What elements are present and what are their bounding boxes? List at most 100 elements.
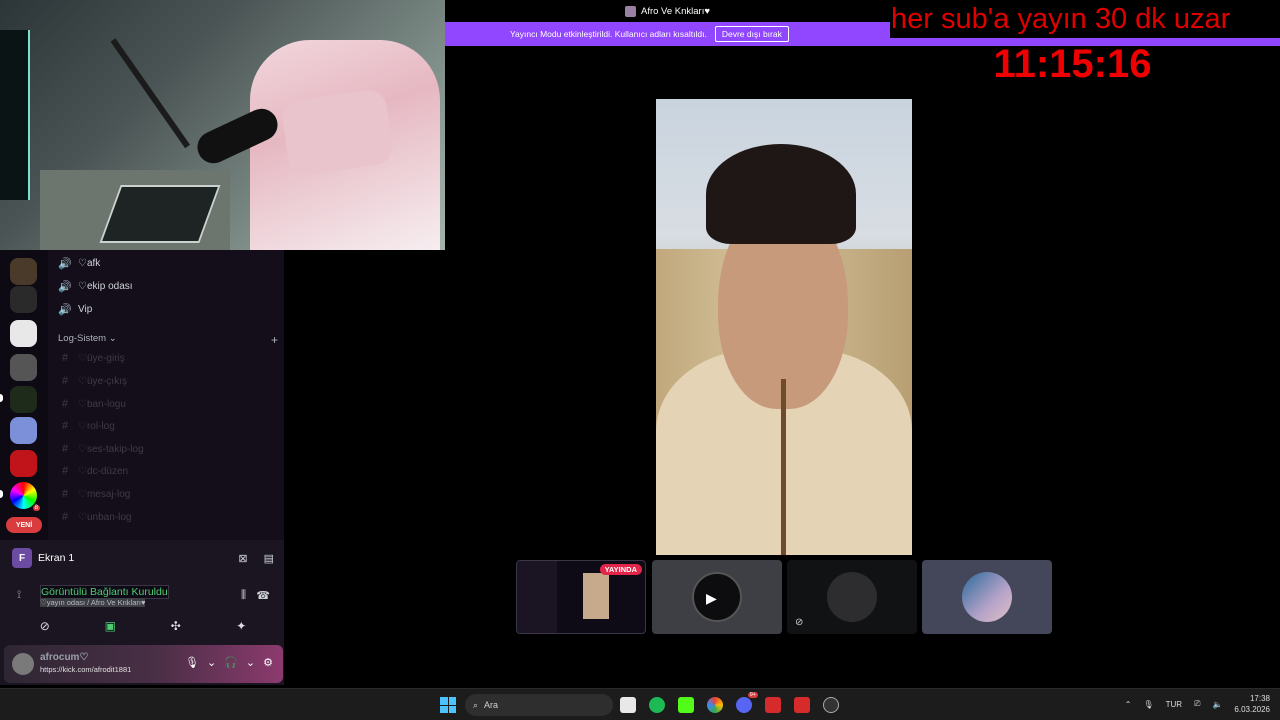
signal-icon: ⟟ [17, 589, 22, 601]
gear-icon[interactable]: ⚙ [263, 656, 273, 669]
taskbar-search[interactable]: ⌕ Ara [465, 694, 613, 716]
kick-icon[interactable] [678, 697, 694, 713]
microphone-icon[interactable]: 🎙 [185, 656, 199, 669]
windows-start-icon[interactable] [440, 697, 456, 713]
noise-suppression-icon[interactable]: ⫼ [241, 589, 246, 602]
text-channel[interactable]: # ♡unban-log [58, 511, 132, 523]
channel-label: ♡ekip odası [78, 281, 133, 292]
participant-tile-stream[interactable]: YAYINDA [516, 560, 646, 634]
disconnect-icon[interactable]: ☎ [256, 589, 270, 602]
participant-avatar [692, 572, 742, 622]
input-language[interactable]: TUR [1166, 700, 1182, 709]
webcam-monitor [0, 30, 30, 200]
participant-tile-avatar[interactable] [922, 560, 1052, 634]
new-servers-badge[interactable]: YENİ [6, 517, 42, 533]
clock-time: 17:38 [1249, 694, 1270, 703]
voice-channel-vip[interactable]: 🔊 Vip [58, 303, 92, 316]
close-stream-icon[interactable]: ⊠ [238, 552, 247, 565]
voice-actions: ⊘ ▣ ✣ ✦ [12, 615, 274, 637]
chevron-down-icon[interactable]: ⌄ [246, 656, 255, 669]
spotify-icon[interactable] [649, 697, 665, 713]
voice-channel-afk[interactable]: 🔊 ♡afk [58, 257, 100, 270]
video-zipper [781, 379, 786, 555]
text-channel[interactable]: # ♡dc-düzen [58, 465, 128, 477]
microphone-icon[interactable]: 🎙 [1143, 700, 1153, 709]
chevron-down-icon[interactable]: ⌄ [207, 656, 216, 669]
server-icon[interactable] [10, 258, 37, 285]
username[interactable]: afrocum♡ [40, 652, 88, 663]
camera-off-icon: ⊘ [795, 617, 804, 628]
hash-icon: # [61, 398, 69, 410]
streaming-app-icon[interactable] [765, 697, 781, 713]
discord-icon[interactable]: 9+ [736, 692, 758, 713]
channel-label: ♡rol-log [78, 420, 115, 432]
webcam-keyboard [99, 185, 221, 243]
obs-icon[interactable] [823, 697, 839, 713]
server-icon[interactable]: 8 [10, 482, 40, 511]
video-camera-icon: ▶ [706, 590, 717, 606]
participant-avatar [827, 572, 877, 622]
channel-label: ♡mesaj-log [78, 488, 131, 500]
server-list: 8 YENİ [0, 250, 48, 540]
live-badge: YAYINDA [599, 564, 642, 575]
connection-title[interactable]: Görüntülü Bağlantı Kuruldu [40, 585, 169, 599]
server-icon[interactable] [10, 450, 37, 477]
text-channel[interactable]: # ♡ses-takip-log [58, 443, 144, 455]
countdown-timer: 11:15:16 [993, 42, 1152, 86]
participant-tile-camera[interactable]: ▶ [652, 560, 782, 634]
category-log-sistem[interactable]: Log-Sistem ⌄ + [58, 333, 278, 347]
soundboard-icon[interactable]: ✦ [229, 619, 253, 633]
server-icon[interactable] [10, 354, 37, 381]
user-status: https://kick.com/afrodit1881 [40, 665, 132, 674]
chrome-icon[interactable] [707, 697, 723, 713]
hash-icon: # [61, 511, 69, 523]
channel-label: Vip [78, 304, 93, 315]
screen-share-row: F Ekran 1 ⊠ ▤ [12, 547, 274, 569]
add-channel-icon[interactable]: + [271, 333, 278, 347]
camera-off-icon[interactable]: ⊘ [33, 619, 57, 633]
screen-share-avatar: F [12, 548, 32, 568]
volume-icon[interactable]: 🔈 [1212, 700, 1222, 709]
discord-notification-badge: 9+ [747, 692, 758, 698]
user-panel: afrocum♡ https://kick.com/afrodit1881 🎙 … [4, 645, 283, 683]
voice-channel-ekip[interactable]: 🔊 ♡ekip odası [58, 280, 133, 293]
hash-icon: # [61, 420, 69, 432]
webcam-pillow [280, 88, 395, 177]
text-channel[interactable]: # ♡üye-giriş [58, 352, 125, 364]
avatar[interactable] [12, 653, 34, 675]
speaker-icon: 🔊 [58, 258, 72, 270]
activities-icon[interactable]: ✣ [164, 619, 188, 633]
server-icon[interactable] [10, 386, 37, 413]
streamer-mode-message: Yayıncı Modu etkinleştirildi. Kullanıcı … [510, 29, 707, 39]
category-label: Log-Sistem [58, 333, 107, 344]
server-icon[interactable] [10, 320, 37, 347]
text-channel[interactable]: # ♡üye-çıkış [58, 375, 127, 387]
clapperboard-icon[interactable]: ▤ [264, 552, 274, 565]
text-channel[interactable]: # ♡mesaj-log [58, 488, 130, 500]
channel-label: ♡afk [78, 258, 101, 269]
clock-date: 6.03.2026 [1234, 705, 1270, 714]
disable-streamer-mode-button[interactable]: Devre dışı bırak [714, 26, 789, 42]
text-channel[interactable]: # ♡ban-logu [58, 398, 126, 410]
channel-label: ♡üye-giriş [78, 352, 125, 364]
server-icon[interactable] [10, 417, 37, 444]
stream-preview-sidebar [517, 561, 557, 633]
channel-label: ♡dc-düzen [78, 465, 129, 477]
screen-share-icon[interactable]: ▣ [98, 619, 122, 633]
text-channel[interactable]: # ♡rol-log [58, 420, 115, 432]
file-explorer-icon[interactable] [620, 697, 636, 713]
server-icon[interactable] [10, 286, 37, 313]
window-title: Afro Ve Knkları♥ [640, 5, 710, 17]
system-clock[interactable]: 17:38 6.03.2026 [1234, 693, 1270, 715]
headphones-icon[interactable]: 🎧 [224, 656, 238, 669]
focused-video-stream[interactable] [656, 99, 912, 555]
channel-list: 🔊 ♡afk 🔊 ♡ekip odası 🔊 Vip Log-Sistem ⌄ … [48, 250, 284, 540]
network-icon[interactable]: ⎚ [1194, 699, 1200, 709]
stream-preview-video [583, 573, 609, 619]
participant-tile-muted[interactable]: ⊘ [787, 560, 917, 634]
connection-location[interactable]: ♡yayın odası / Afro Ve Knkları♥ [40, 598, 146, 607]
channel-label: ♡ses-takip-log [78, 443, 144, 455]
chevron-up-icon[interactable]: ⌃ [1125, 700, 1132, 709]
subscription-ticker: her sub'a yayın 30 dk uzar [890, 0, 1280, 38]
streaming-app-icon[interactable] [794, 697, 810, 713]
